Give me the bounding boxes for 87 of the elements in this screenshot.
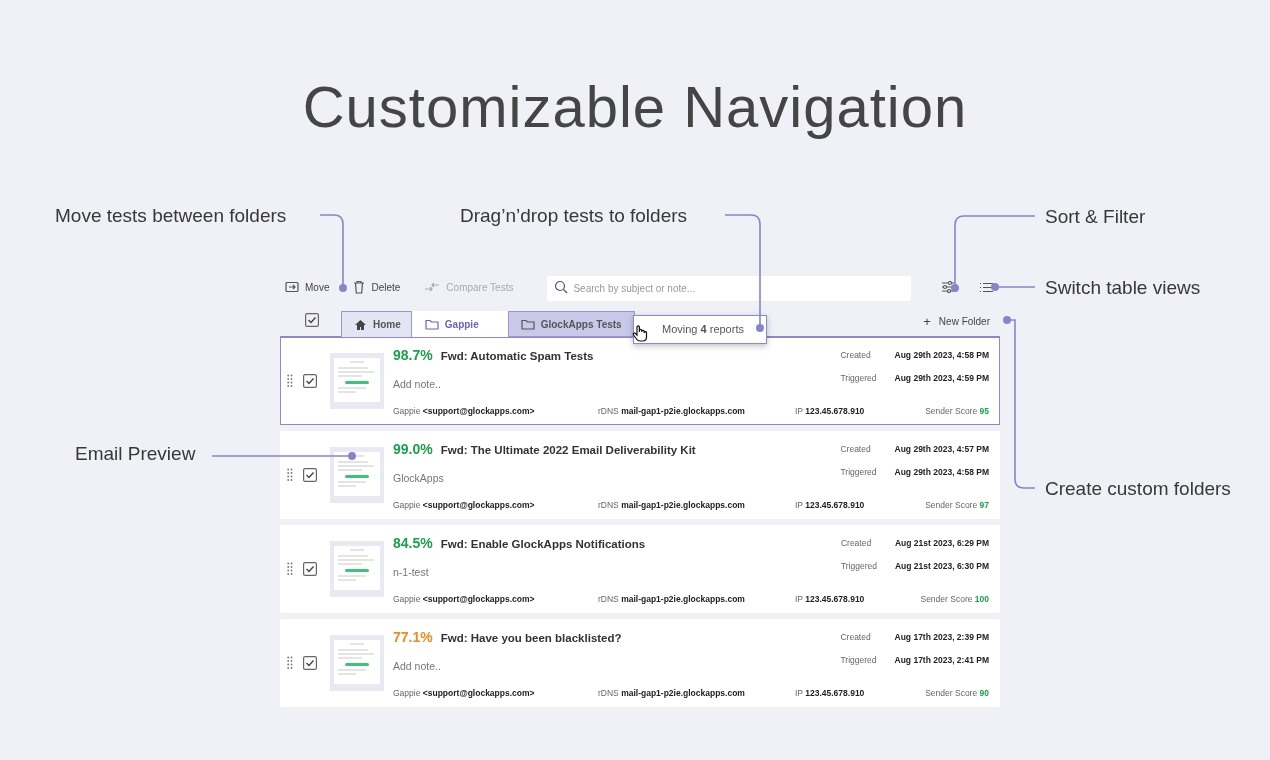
triggered-label: Triggered	[840, 371, 877, 385]
triggered-date: Aug 29th 2023, 4:59 PM	[894, 371, 989, 385]
score-value: 98.7%	[393, 345, 433, 365]
callout-label: Switch table views	[1045, 278, 1201, 297]
rdns-text: rDNS mail-gap1-p2ie.glockapps.com	[598, 686, 746, 700]
select-all-checkbox[interactable]	[305, 313, 319, 327]
email-subject[interactable]: Fwd: Have you been blacklisted?	[440, 629, 622, 647]
callout-label: Email Preview	[75, 444, 196, 463]
row-checkbox[interactable]	[303, 656, 317, 670]
folder-icon	[520, 318, 535, 330]
triggered-date: Aug 17th 2023, 2:41 PM	[894, 653, 989, 667]
home-icon	[354, 318, 367, 331]
triggered-label: Triggered	[840, 559, 877, 573]
score-value: 84.5%	[393, 533, 433, 553]
callout-label: Drag’n’drop tests to folders	[460, 206, 688, 225]
email-subject[interactable]: Fwd: Automatic Spam Tests	[440, 347, 594, 365]
sender-text: Gappie <support@glockapps.com>	[393, 592, 536, 606]
drag-handle-icon[interactable]	[287, 468, 293, 482]
triggered-label: Triggered	[840, 653, 877, 667]
email-subject[interactable]: Fwd: Enable GlockApps Notifications	[440, 535, 646, 553]
ip-text: IP 123.45.678.910	[795, 686, 866, 700]
row-checkbox[interactable]	[303, 562, 317, 576]
hand-cursor-icon	[632, 324, 648, 342]
email-thumbnail-drawing	[330, 541, 384, 597]
rdns-text: rDNS mail-gap1-p2ie.glockapps.com	[598, 404, 746, 418]
note-text[interactable]: GlockApps	[393, 470, 841, 487]
list-view-icon[interactable]	[979, 281, 994, 293]
sort-filter-icon[interactable]	[941, 281, 956, 293]
plus-icon: +	[923, 311, 931, 332]
search-icon	[554, 279, 569, 294]
created-label: Created	[840, 630, 872, 644]
move-button[interactable]: Move	[285, 279, 330, 295]
created-date: Aug 29th 2023, 4:58 PM	[894, 348, 989, 362]
note-text[interactable]: Add note..	[393, 658, 841, 675]
trash-icon	[353, 280, 366, 294]
created-date: Aug 29th 2023, 4:57 PM	[894, 442, 989, 456]
created-date: Aug 17th 2023, 2:39 PM	[894, 630, 989, 644]
email-thumbnail-drawing	[330, 447, 384, 503]
created-label: Created	[840, 348, 872, 362]
drag-handle-icon[interactable]	[287, 562, 293, 576]
score-value: 99.0%	[393, 439, 433, 459]
ip-text: IP 123.45.678.910	[795, 498, 866, 512]
row-checkbox[interactable]	[303, 374, 317, 388]
test-row[interactable]	[280, 619, 1000, 707]
sender-text: Gappie <support@glockapps.com>	[393, 404, 536, 418]
new-folder-button[interactable]: + New Folder	[923, 307, 990, 336]
row-checkbox[interactable]	[303, 468, 317, 482]
delete-button[interactable]: Delete	[353, 279, 401, 295]
drag-tooltip: Moving 4 reports	[633, 315, 767, 344]
callout-label: Sort & Filter	[1045, 207, 1146, 226]
folder-tab[interactable]: Home	[341, 311, 412, 337]
email-thumbnail-drawing	[330, 353, 384, 409]
test-row[interactable]	[280, 431, 1000, 519]
folder-tab[interactable]: Gappie	[411, 311, 508, 337]
note-text[interactable]: n-1-test	[393, 564, 841, 581]
rdns-text: rDNS mail-gap1-p2ie.glockapps.com	[598, 592, 746, 606]
callout-label: Create custom folders	[1045, 479, 1231, 498]
move-to-folder-icon	[285, 281, 299, 293]
triggered-date: Aug 29th 2023, 4:58 PM	[894, 465, 989, 479]
sender-text: Gappie <support@glockapps.com>	[393, 498, 536, 512]
triggered-date: Aug 21st 2023, 6:30 PM	[895, 559, 989, 573]
triggered-label: Triggered	[840, 465, 877, 479]
sender-score-text: Sender Score 97	[925, 498, 989, 512]
folder-tab[interactable]: GlockApps Tests	[507, 311, 635, 337]
drag-handle-icon[interactable]	[287, 374, 293, 388]
button-label: New Folder	[938, 315, 990, 329]
email-thumbnail-drawing	[330, 635, 384, 691]
sender-score-text: Sender Score 95	[925, 404, 989, 418]
search-field[interactable]: Search by subject or note...	[547, 275, 912, 301]
callout-label: Move tests between folders	[55, 206, 287, 225]
created-label: Created	[840, 442, 872, 456]
drag-handle-icon[interactable]	[287, 656, 293, 670]
score-value: 77.1%	[393, 627, 433, 647]
compare-arrows-icon	[424, 282, 441, 292]
ip-text: IP 123.45.678.910	[795, 404, 866, 418]
rdns-text: rDNS mail-gap1-p2ie.glockapps.com	[598, 498, 746, 512]
created-label: Created	[840, 536, 873, 550]
sender-score-text: Sender Score 90	[925, 686, 989, 700]
sender-text: Gappie <support@glockapps.com>	[393, 686, 536, 700]
sender-score-text: Sender Score 100	[920, 592, 989, 606]
note-text[interactable]: Add note..	[393, 376, 841, 393]
ip-text: IP 123.45.678.910	[795, 592, 866, 606]
test-row[interactable]	[280, 525, 1000, 613]
email-subject[interactable]: Fwd: The Ultimate 2022 Email Deliverability Kit	[440, 441, 696, 459]
created-date: Aug 21st 2023, 6:29 PM	[895, 536, 989, 550]
test-row[interactable]	[280, 337, 1000, 425]
folder-icon	[424, 318, 439, 330]
